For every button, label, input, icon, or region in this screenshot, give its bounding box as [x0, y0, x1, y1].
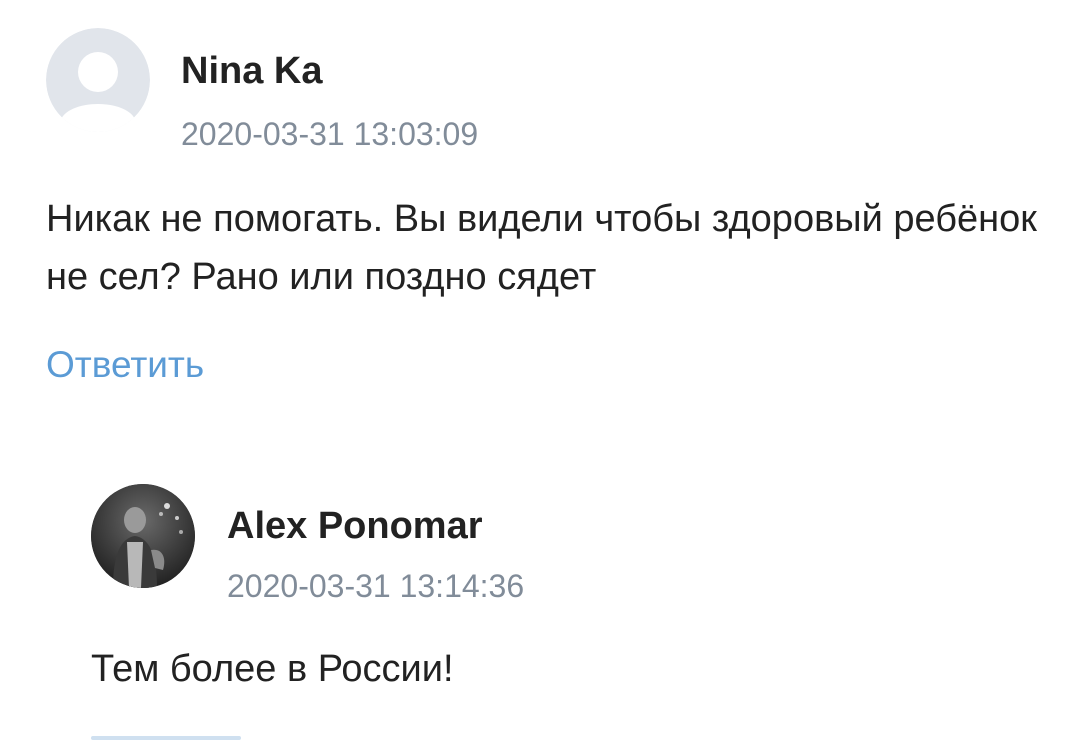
comment-author[interactable]: Alex Ponomar — [227, 505, 483, 548]
reply-link-cutoff — [91, 736, 241, 740]
reply-button-partial[interactable] — [91, 736, 251, 746]
comment-author[interactable]: Nina Ka — [181, 50, 322, 93]
reply-button[interactable]: Ответить — [46, 344, 204, 386]
comments-page: Nina Ka 2020-03-31 13:03:09 Никак не пом… — [0, 0, 1080, 746]
comment-text: Никак не помогать. Вы видели чтобы здоро… — [46, 198, 1037, 298]
comment-timestamp: 2020-03-31 13:14:36 — [227, 568, 525, 604]
comment-text: Тем более в России! — [91, 648, 454, 690]
comment-timestamp: 2020-03-31 13:03:09 — [181, 116, 479, 152]
default-user-avatar-icon[interactable] — [46, 28, 150, 132]
user-photo-avatar[interactable] — [91, 484, 195, 588]
